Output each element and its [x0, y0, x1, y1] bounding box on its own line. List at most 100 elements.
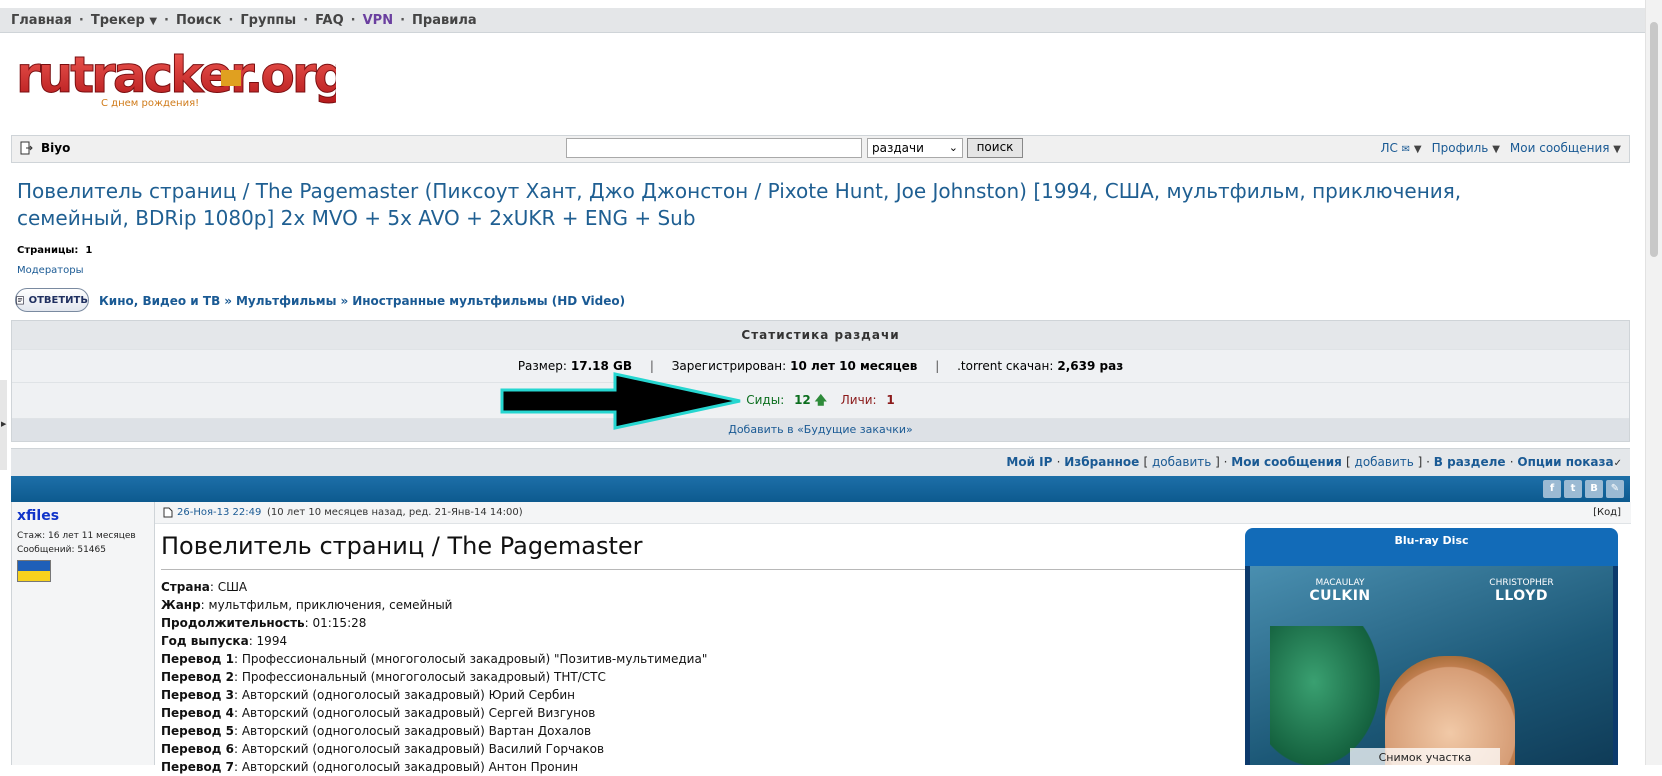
- nav-search[interactable]: Поиск: [176, 13, 221, 28]
- nav-tracker[interactable]: Трекер ▼: [91, 13, 157, 28]
- user-search-bar: Biyo раздачи ⌄ поиск ЛС ✉ ▼ Профиль ▼ Мо…: [11, 135, 1630, 163]
- nav-faq[interactable]: FAQ: [315, 13, 344, 28]
- stats-info: Размер: 17.18 GB | Зарегистрирован: 10 лет…: [12, 350, 1629, 383]
- facebook-icon[interactable]: f: [1543, 480, 1561, 498]
- divider: [161, 569, 1251, 570]
- field-row: Перевод 5: Авторский (одноголосый закадр…: [161, 724, 592, 738]
- social-share: f t В ✎: [1543, 480, 1624, 498]
- in-section-link[interactable]: В разделе: [1434, 455, 1506, 469]
- ukraine-flag-icon: [17, 560, 51, 582]
- post-age: (10 лет 10 месяцев назад, ред. 21-Янв-14…: [267, 507, 523, 518]
- poster-scene: MACAULAY CULKIN CHRISTOPHER LLOYD Снимок у…: [1250, 566, 1613, 765]
- actor-name: CHRISTOPHER LLOYD: [1489, 578, 1554, 604]
- post-title: Повелитель страниц / The Pagemaster: [161, 532, 643, 560]
- chevron-down-icon: ▼: [1613, 144, 1621, 155]
- site-logo[interactable]: rutracker.org С днем рождения!: [16, 46, 350, 112]
- menu-my-messages[interactable]: Мои сообщения ▼: [1510, 141, 1621, 155]
- logo-tagline: С днем рождения!: [101, 98, 199, 109]
- field-row: Перевод 1: Профессиональный (многоголосы…: [161, 652, 708, 666]
- topic-title[interactable]: Повелитель страниц / The Pagemaster (Пик…: [17, 178, 1547, 232]
- vk-icon[interactable]: В: [1585, 480, 1603, 498]
- envelope-icon: ✉: [1401, 144, 1411, 155]
- nav-groups[interactable]: Группы: [240, 13, 296, 28]
- menu-pm[interactable]: ЛС ✉ ▼: [1380, 141, 1421, 155]
- nav-vpn[interactable]: VPN: [363, 13, 393, 28]
- top-nav: Главная · Трекер ▼ · Поиск · Группы · FA…: [0, 8, 1646, 33]
- field-row: Перевод 6: Авторский (одноголосый закадр…: [161, 742, 605, 756]
- topic-options-bar: Мой IP · Избранное [ добавить ] · Мои со…: [11, 448, 1630, 476]
- actor-name: MACAULAY CULKIN: [1309, 578, 1371, 604]
- breadcrumb-item[interactable]: Иностранные мультфильмы (HD Video): [352, 294, 625, 308]
- chevron-down-icon: ✓: [1613, 458, 1622, 469]
- user-menu: ЛС ✉ ▼ Профиль ▼ Мои сообщения ▼: [1380, 141, 1621, 155]
- scrollbar-thumb[interactable]: [1650, 22, 1658, 257]
- size-value: 17.18 GB: [570, 359, 633, 373]
- post-icon: [163, 507, 173, 518]
- breadcrumb-item[interactable]: Мультфильмы: [236, 294, 336, 308]
- registered-value: 10 лет 10 месяцев: [790, 359, 918, 373]
- nav-rules[interactable]: Правила: [412, 13, 477, 28]
- bluray-logo: Blu-ray Disc: [1394, 534, 1469, 547]
- dragon-figure: [1270, 626, 1380, 765]
- field-row: Перевод 2: Профессиональный (многоголосы…: [161, 670, 606, 684]
- add-future-downloads-link[interactable]: Добавить в «Будущие закачки»: [12, 419, 1629, 441]
- reply-icon: [16, 296, 24, 305]
- favorites-link[interactable]: Избранное: [1064, 455, 1139, 469]
- search-button[interactable]: поиск: [967, 138, 1023, 158]
- side-panel-toggle[interactable]: ▶: [0, 380, 7, 470]
- code-link[interactable]: [Код]: [1593, 502, 1621, 523]
- stats-peers: Сиды: 12 🡅 Личи: 1: [12, 383, 1629, 419]
- snapshot-tooltip: Снимок участка: [1350, 748, 1500, 765]
- chevron-down-icon: ▼: [1413, 144, 1422, 155]
- moderators-link[interactable]: Модераторы: [17, 265, 83, 276]
- add-favorite-link[interactable]: добавить: [1152, 455, 1211, 469]
- post-header: 26-Ноя-13 22:49 (10 лет 10 месяцев назад…: [155, 502, 1631, 524]
- logout-icon: [20, 141, 33, 155]
- search-input[interactable]: [566, 138, 862, 158]
- username[interactable]: Biyo: [41, 141, 70, 155]
- vertical-scrollbar[interactable]: [1645, 0, 1662, 765]
- twitter-icon[interactable]: t: [1564, 480, 1582, 498]
- livejournal-icon[interactable]: ✎: [1606, 480, 1624, 498]
- post-author: xfiles Стаж: 16 лет 11 месяцев Сообщений…: [12, 502, 155, 765]
- chevron-down-icon: ▼: [1492, 144, 1500, 155]
- add-messages-link[interactable]: добавить: [1355, 455, 1414, 469]
- field-row: Перевод 7: Авторский (одноголосый закадр…: [161, 760, 579, 774]
- poster-image[interactable]: Blu-ray Disc MACAULAY CULKIN CHRISTOPHER L…: [1245, 528, 1618, 765]
- release-fields: Страна: США Жанр: мультфильм, приключени…: [161, 578, 707, 776]
- nav-home[interactable]: Главная: [11, 13, 72, 28]
- search-scope-select[interactable]: раздачи ⌄: [867, 138, 963, 158]
- torrent-stats: Статистика раздачи Размер: 17.18 GB | Зар…: [11, 320, 1630, 442]
- arrow-annotation-icon: [500, 372, 741, 430]
- stats-header: Статистика раздачи: [12, 321, 1629, 350]
- menu-profile[interactable]: Профиль ▼: [1432, 141, 1500, 155]
- downloaded-value: 2,639 раз: [1057, 359, 1124, 373]
- chevron-down-icon: ▼: [149, 15, 158, 27]
- logo-text: rutracker.org: [16, 48, 336, 104]
- breadcrumb-item[interactable]: Кино, Видео и ТВ: [99, 294, 220, 308]
- page-number: 1: [85, 245, 93, 256]
- arrow-up-icon: 🡅: [814, 393, 827, 407]
- field-row: Продолжительность: 01:15:28: [161, 616, 367, 630]
- my-messages-link[interactable]: Мои сообщения: [1231, 455, 1342, 469]
- caret-right-icon: ▶: [1, 420, 7, 428]
- author-meta: Стаж: 16 лет 11 месяцев Сообщений: 51465: [17, 531, 136, 555]
- field-row: Перевод 4: Авторский (одноголосый закадр…: [161, 706, 596, 720]
- post-date-link[interactable]: 26-Ноя-13 22:49: [177, 502, 261, 523]
- user-box[interactable]: Biyo: [20, 141, 70, 155]
- breadcrumb: Кино, Видео и ТВ» Мультфильмы» Иностранные…: [99, 294, 626, 308]
- leech-value: 1: [886, 393, 895, 407]
- post-separator-bar: f t В ✎: [11, 476, 1630, 502]
- display-options-link[interactable]: Опции показа✓: [1517, 455, 1622, 469]
- field-row: Страна: США: [161, 580, 248, 594]
- my-ip-link[interactable]: Мой IP: [1006, 455, 1052, 469]
- author-nick[interactable]: xfiles: [17, 508, 59, 524]
- pagination: Страницы: 1: [17, 245, 93, 256]
- chevron-down-icon: ⌄: [948, 141, 958, 154]
- seeds-value: 12: [794, 393, 811, 407]
- field-row: Жанр: мультфильм, приключения, семейный: [161, 598, 453, 612]
- field-row: Год выпуска: 1994: [161, 634, 288, 648]
- reply-button[interactable]: ОТВЕТИТЬ: [15, 288, 89, 312]
- gift-icon: [221, 70, 241, 86]
- field-row: Перевод 3: Авторский (одноголосый закадр…: [161, 688, 576, 702]
